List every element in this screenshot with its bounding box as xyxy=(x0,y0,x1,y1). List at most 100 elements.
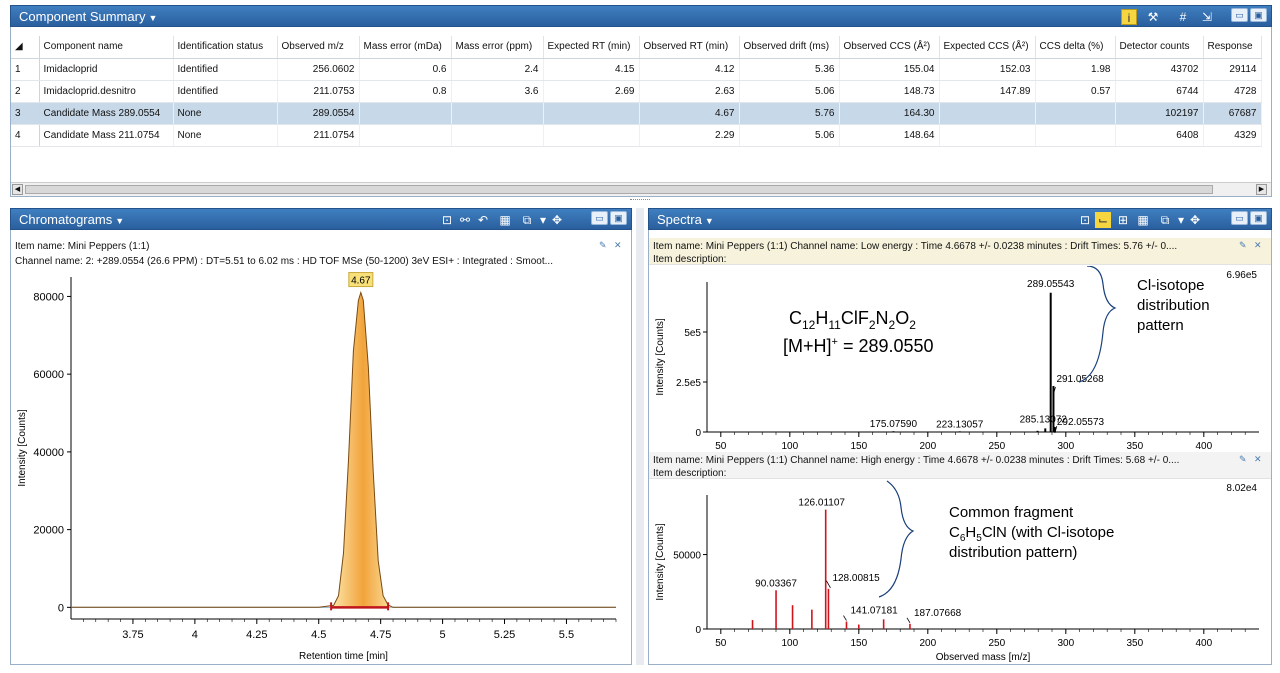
y-tick-label: 2.5e5 xyxy=(676,378,701,389)
pin-icon[interactable]: ✎ xyxy=(1239,240,1247,251)
x-tick-label: 100 xyxy=(781,638,798,649)
table-cell: 5.06 xyxy=(739,124,840,147)
horizontal-splitter[interactable] xyxy=(630,199,650,204)
table-cell: 148.73 xyxy=(839,80,940,103)
row-header: 2 xyxy=(11,80,40,103)
annotate-icon[interactable]: ⊞ xyxy=(1115,212,1131,228)
x-tick-label: 5.5 xyxy=(559,629,574,641)
table-row[interactable]: 4 Candidate Mass 211.0754 None 211.0754 2.29… xyxy=(11,124,1262,147)
low-energy-spectrum-plot[interactable]: 0 2.5e5 5e5 50 100 150 200 250 300 350 400 175.0759… xyxy=(649,266,1271,452)
peak-mz-label: 292.05573 xyxy=(1057,417,1105,428)
close-icon[interactable]: ✕ xyxy=(1254,454,1262,465)
undo-icon[interactable]: ↶ xyxy=(475,212,491,228)
minimize-button[interactable]: ▭ xyxy=(591,211,608,225)
info-icon[interactable]: i xyxy=(1121,9,1137,25)
copy-icon[interactable]: ⧉ xyxy=(1157,212,1173,228)
column-header[interactable]: Observed m/z xyxy=(277,36,360,59)
close-icon[interactable]: ✕ xyxy=(1254,240,1262,251)
column-header[interactable]: CCS delta (%) xyxy=(1035,36,1116,59)
component-summary-titlebar: Component Summary ▼ i ⚒ # ⇲ ▭ ▣ xyxy=(10,5,1272,27)
peak-label: 4.67 xyxy=(351,276,371,287)
table-row[interactable]: 3 Candidate Mass 289.0554 None 289.0554 4.67… xyxy=(11,102,1262,125)
column-header[interactable]: Expected CCS (Å²) xyxy=(939,36,1036,59)
column-header[interactable]: Expected RT (min) xyxy=(543,36,640,59)
column-header[interactable]: Mass error (ppm) xyxy=(451,36,544,59)
y-tick-label: 80000 xyxy=(33,291,64,303)
horizontal-scrollbar[interactable]: ◀ ▶ xyxy=(11,182,1271,196)
column-header[interactable]: Mass error (mDa) xyxy=(359,36,452,59)
table-cell: 4.67 xyxy=(639,102,740,125)
component-summary-title-button[interactable]: Component Summary ▼ xyxy=(19,9,157,24)
move-icon[interactable]: ✥ xyxy=(549,212,565,228)
x-tick-label: 5 xyxy=(440,629,446,641)
row-header: 1 xyxy=(11,58,40,81)
maximize-button[interactable]: ▣ xyxy=(1250,211,1267,225)
peak-label-leader xyxy=(843,615,847,621)
maximize-button[interactable]: ▣ xyxy=(1250,8,1267,22)
table-header-row: ◢ Component name Identification status O… xyxy=(11,36,1262,59)
formula-element: ClF xyxy=(841,308,869,328)
table-icon[interactable]: ▦ xyxy=(1135,212,1151,228)
table-row[interactable]: 2 Imidacloprid.desnitro Identified 211.0753… xyxy=(11,80,1262,103)
vertical-splitter[interactable] xyxy=(636,208,644,665)
table-icon[interactable]: ▦ xyxy=(497,212,513,228)
table-cell: 147.89 xyxy=(939,80,1036,103)
chromatogram-plot[interactable]: 0 20000 40000 60000 80000 3.75 4 4.25 4.5 4.75 5 5.… xyxy=(11,269,631,664)
column-header[interactable]: Observed drift (ms) xyxy=(739,36,840,59)
column-header[interactable]: Observed CCS (Å²) xyxy=(839,36,940,59)
maximize-button[interactable]: ▣ xyxy=(610,211,627,225)
table-cell: 0.6 xyxy=(359,58,452,81)
column-header[interactable]: Observed RT (min) xyxy=(639,36,740,59)
table-cell: Imidacloprid.desnitro xyxy=(39,80,174,103)
copy-icon[interactable]: ⧉ xyxy=(519,212,535,228)
max-intensity-label: 8.02e4 xyxy=(1226,483,1257,494)
column-header[interactable]: Component name xyxy=(39,36,174,59)
adduct-text: [M+H] xyxy=(783,336,832,356)
move-icon[interactable]: ✥ xyxy=(1187,212,1203,228)
y-tick-label: 0 xyxy=(58,602,64,614)
table-cell: 152.03 xyxy=(939,58,1036,81)
formula-subscript: 2 xyxy=(909,318,916,332)
peak-label-icon[interactable]: ⌙ xyxy=(1095,212,1111,228)
minimize-button[interactable]: ▭ xyxy=(1231,211,1248,225)
table-cell: 256.0602 xyxy=(277,58,360,81)
pin-icon[interactable]: ✎ xyxy=(599,240,607,251)
adduct-mass: [M+H]+ = 289.0550 xyxy=(783,336,934,356)
formula-element: C xyxy=(789,308,802,328)
table-cell: 4.12 xyxy=(639,58,740,81)
chevron-down-icon: ▼ xyxy=(115,216,125,226)
close-icon[interactable]: ✕ xyxy=(614,240,622,251)
scroll-left-icon[interactable]: ◀ xyxy=(12,184,23,195)
spectra-title-button[interactable]: Spectra ▼ xyxy=(657,212,714,227)
table-cell: None xyxy=(173,124,278,147)
x-tick-label: 300 xyxy=(1057,441,1074,452)
molecular-formula: C12H11ClF2N2O2 xyxy=(789,308,916,332)
chromatograms-title-button[interactable]: Chromatograms ▼ xyxy=(19,212,124,227)
table-cell xyxy=(451,124,544,147)
column-header[interactable]: Response xyxy=(1203,36,1262,59)
export-icon[interactable]: ⇲ xyxy=(1199,9,1215,25)
select-all-corner[interactable]: ◢ xyxy=(11,36,40,59)
zoom-icon[interactable]: ⊡ xyxy=(439,212,455,228)
scrollbar-thumb[interactable] xyxy=(25,185,1213,194)
link-icon[interactable]: ⚯ xyxy=(457,212,473,228)
table-cell: 4329 xyxy=(1203,124,1262,147)
table-cell: Candidate Mass 289.0554 xyxy=(39,102,174,125)
peak-mz-label: 291.05268 xyxy=(1056,374,1104,385)
high-energy-spectrum-plot[interactable]: 0 50000 50 100 150 200 250 300 350 400 90.03367 126… xyxy=(649,479,1271,665)
tool-icon[interactable]: ⚒ xyxy=(1145,9,1161,25)
table-cell: Identified xyxy=(173,80,278,103)
component-summary-title: Component Summary xyxy=(19,9,146,24)
minimize-button[interactable]: ▭ xyxy=(1231,8,1248,22)
table-row[interactable]: 1 Imidacloprid Identified 256.0602 0.6 2.4 4.1… xyxy=(11,58,1262,81)
hash-icon[interactable]: # xyxy=(1175,9,1191,25)
zoom-icon[interactable]: ⊡ xyxy=(1077,212,1093,228)
column-header[interactable]: Detector counts xyxy=(1115,36,1204,59)
low-energy-item-line: Item name: Mini Peppers (1:1) Channel na… xyxy=(653,241,1178,252)
pin-icon[interactable]: ✎ xyxy=(1239,454,1247,465)
formula-subscript: 11 xyxy=(828,318,841,332)
table-cell xyxy=(1035,102,1116,125)
column-header[interactable]: Identification status xyxy=(173,36,278,59)
scroll-right-icon[interactable]: ▶ xyxy=(1256,184,1267,195)
table-cell xyxy=(543,102,640,125)
